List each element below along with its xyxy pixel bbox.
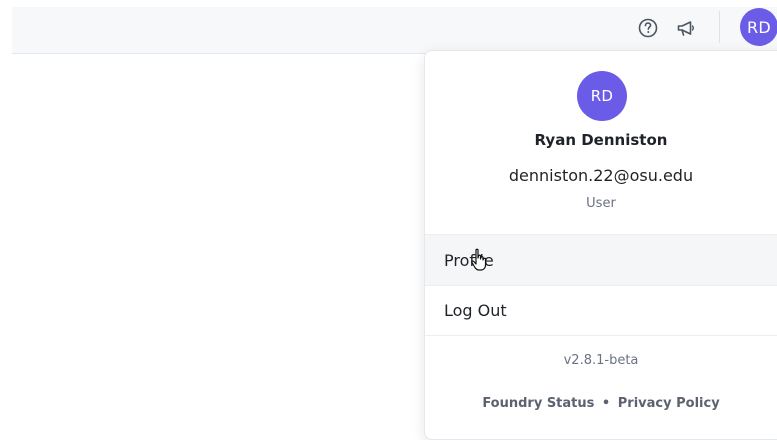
user-avatar-button[interactable]: RD <box>740 8 777 46</box>
divider <box>425 335 777 336</box>
logout-menu-item[interactable]: Log Out <box>425 285 777 335</box>
megaphone-icon[interactable] <box>673 15 699 41</box>
version-text: v2.8.1-beta <box>563 353 639 368</box>
foundry-status-link[interactable]: Foundry Status <box>482 396 594 411</box>
user-email: denniston.22@osu.edu <box>508 166 694 185</box>
top-bar: RD <box>12 7 777 54</box>
logout-menu-item-label: Log Out <box>444 300 507 320</box>
avatar: RD <box>577 71 627 121</box>
user-role: User <box>586 196 616 211</box>
user-name: Ryan Denniston <box>534 131 668 149</box>
topbar-divider <box>719 11 720 43</box>
hand-cursor-icon <box>470 248 490 272</box>
user-menu-dropdown: RD Ryan Denniston denniston.22@osu.edu U… <box>424 50 777 440</box>
footer-links: Foundry Status • Privacy Policy <box>425 396 777 411</box>
help-circle-icon[interactable] <box>635 15 661 41</box>
privacy-policy-link[interactable]: Privacy Policy <box>618 396 720 411</box>
footer-separator: • <box>601 396 611 411</box>
